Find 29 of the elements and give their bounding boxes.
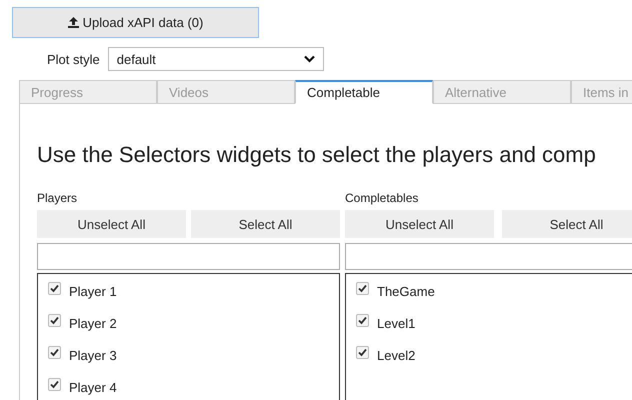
selector-title: Players	[37, 191, 78, 207]
checkbox[interactable]	[48, 314, 61, 327]
plot-style-select[interactable]: default	[108, 47, 324, 71]
item-label: Player 2	[69, 316, 117, 330]
unselect-all-button[interactable]: Unselect All	[345, 210, 494, 238]
item-label: Player 3	[69, 348, 117, 362]
filter-field[interactable]	[345, 243, 632, 270]
checkbox[interactable]	[48, 282, 61, 295]
item-label: Level2	[377, 348, 416, 362]
checkbox[interactable]	[48, 346, 61, 359]
filter-field[interactable]	[37, 243, 340, 270]
upload-button[interactable]: Upload xAPI data (0)	[12, 7, 259, 38]
tab[interactable]: Completable	[295, 80, 433, 104]
heading: Use the Selectors widgets to select the players and comp	[37, 142, 597, 168]
plot-style-label: Plot style	[47, 52, 100, 66]
checkbox[interactable]	[356, 314, 369, 327]
item-label: Player 4	[69, 380, 117, 394]
select-all-button[interactable]: Select All	[191, 210, 340, 238]
item-label: TheGame	[377, 284, 435, 298]
unselect-all-button[interactable]: Unselect All	[37, 210, 186, 238]
item-label: Level1	[377, 316, 416, 330]
upload-icon	[68, 17, 79, 28]
select-all-button[interactable]: Select All	[502, 210, 632, 238]
item-label: Player 1	[69, 284, 117, 298]
checkbox[interactable]	[356, 282, 369, 295]
checkbox[interactable]	[48, 378, 61, 391]
chevron-down-icon	[304, 55, 315, 63]
selector-title: Completables	[345, 191, 420, 207]
checkbox[interactable]	[356, 346, 369, 359]
